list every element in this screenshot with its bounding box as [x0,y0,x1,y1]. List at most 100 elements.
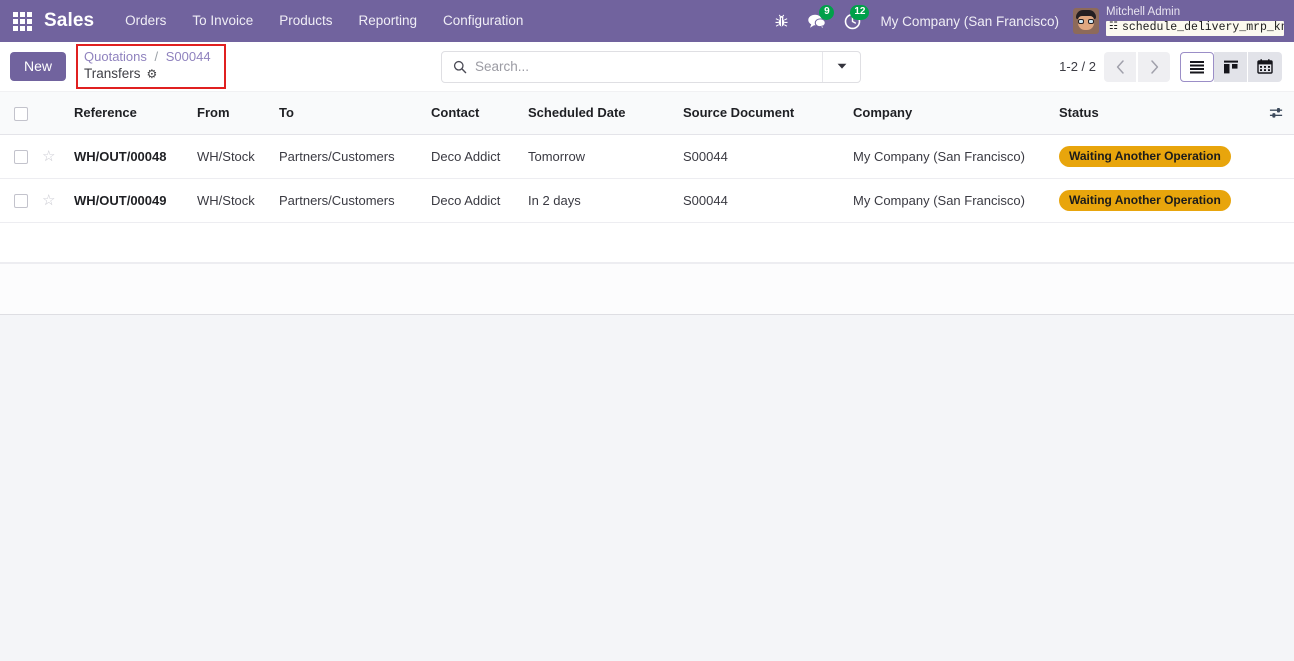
select-all-checkbox[interactable] [14,106,28,121]
cell-scheduled-date: In 2 days [528,192,581,208]
cell-optional [1266,134,1294,178]
optional-columns-header [1266,92,1294,134]
table-row[interactable]: ☆ WH/OUT/00049 WH/Stock Partners/Custome… [0,178,1294,222]
user-menu[interactable]: Mitchell Admin ☷ schedule_delivery_mrp_k… [1069,6,1284,36]
pager: 1-2 / 2 [1059,51,1170,82]
activities-button[interactable]: 12 [835,0,870,42]
list-icon [1190,60,1204,73]
table-header: Reference From To Contact Scheduled Date… [0,92,1294,134]
table-body: ☆ WH/OUT/00048 WH/Stock Partners/Custome… [0,134,1294,262]
new-button[interactable]: New [10,52,67,81]
cell-from: WH/Stock [197,192,255,208]
top-navbar: Sales Orders To Invoice Products Reporti… [0,0,1294,42]
cell-company: My Company (San Francisco) [853,148,1025,164]
star-icon[interactable]: ☆ [42,148,55,165]
breadcrumb-item-quotations[interactable]: Quotations [84,49,147,64]
activities-badge: 12 [850,5,870,20]
chevron-left-icon [1116,59,1124,74]
cell-status: Waiting Another Operation [1059,178,1266,222]
menu-reporting[interactable]: Reporting [346,0,431,42]
search-icon [442,60,475,74]
column-header-scheduled-date[interactable]: Scheduled Date [528,92,683,134]
row-checkbox[interactable] [14,149,28,164]
debug-bug-button[interactable] [765,0,798,42]
sliders-icon [1269,107,1283,118]
control-panel: New Quotations / S00044 Transfers ⚙ 1-2 … [0,42,1294,92]
messages-button[interactable]: 9 [798,0,835,42]
table-row[interactable]: ☆ WH/OUT/00048 WH/Stock Partners/Custome… [0,134,1294,178]
search-dropdown-toggle[interactable] [822,51,860,82]
table-empty-row [0,222,1294,262]
kanban-view-button[interactable] [1214,51,1248,82]
menu-products[interactable]: Products [266,0,345,42]
chevron-right-icon [1150,59,1158,74]
status-badge: Waiting Another Operation [1059,145,1231,167]
status-badge: Waiting Another Operation [1059,189,1231,211]
column-header-status[interactable]: Status [1059,92,1266,134]
cell-reference[interactable]: WH/OUT/00049 [74,178,197,222]
column-header-to[interactable]: To [279,92,431,134]
user-info: Mitchell Admin ☷ schedule_delivery_mrp_k… [1106,6,1284,36]
column-header-from[interactable]: From [197,92,279,134]
control-panel-right: 1-2 / 2 [1059,51,1282,82]
row-favorite-cell: ☆ [42,134,74,178]
view-switcher [1180,51,1282,82]
column-header-reference[interactable]: Reference [74,92,197,134]
bug-icon [775,14,788,27]
pager-next-button[interactable] [1138,51,1170,82]
row-select-cell [0,134,42,178]
search-view [441,50,861,83]
cell-to: Partners/Customers [279,192,395,208]
page-title: Transfers [84,65,141,81]
menu-to-invoice[interactable]: To Invoice [179,0,266,42]
empty-cell [0,222,1294,262]
database-chip: ☷ schedule_delivery_mrp_kn… [1106,21,1284,36]
breadcrumb-top: Quotations / S00044 [84,49,216,65]
user-name: Mitchell Admin [1106,6,1181,19]
apps-grid-icon [12,11,32,31]
cell-source-document: S00044 [683,192,728,208]
menu-orders[interactable]: Orders [112,0,179,42]
cell-status: Waiting Another Operation [1059,134,1266,178]
breadcrumb-item-s00044[interactable]: S00044 [166,49,211,64]
kanban-icon [1223,60,1238,73]
row-select-cell [0,178,42,222]
breadcrumb-bottom: Transfers ⚙ [84,66,216,83]
breadcrumb: Quotations / S00044 Transfers ⚙ [76,44,227,89]
transfers-table: Reference From To Contact Scheduled Date… [0,92,1294,263]
calendar-icon [1257,59,1273,74]
company-switcher[interactable]: My Company (San Francisco) [870,14,1069,29]
optional-columns-toggle[interactable] [1266,106,1284,120]
cell-contact: Deco Addict [431,148,501,164]
row-checkbox[interactable] [14,193,28,208]
column-header-contact[interactable]: Contact [431,92,528,134]
select-all-header [0,92,42,134]
reference-value: WH/OUT/00048 [74,148,167,164]
cell-scheduled-date: Tomorrow [528,148,586,164]
list-view-sheet: Reference From To Contact Scheduled Date… [0,92,1294,315]
search-input[interactable] [475,51,822,82]
star-icon[interactable]: ☆ [42,192,55,209]
cell-to: Partners/Customers [279,148,395,164]
menu-configuration[interactable]: Configuration [430,0,536,42]
navbar-right-systray: 9 12 My Company (San Francisco) Mitchell… [765,0,1284,42]
gear-icon[interactable]: ⚙ [147,68,158,80]
pager-previous-button[interactable] [1104,51,1136,82]
cell-contact: Deco Addict [431,192,501,208]
cell-optional [1266,178,1294,222]
cell-reference[interactable]: WH/OUT/00048 [74,134,197,178]
apps-menu-button[interactable] [0,0,44,42]
messages-badge: 9 [819,5,835,20]
table-header-row: Reference From To Contact Scheduled Date… [0,92,1294,134]
cell-company: My Company (San Francisco) [853,192,1025,208]
column-header-company[interactable]: Company [853,92,1059,134]
calendar-view-button[interactable] [1248,51,1282,82]
favorite-header [42,92,74,134]
app-brand-sales[interactable]: Sales [44,10,104,32]
reference-value: WH/OUT/00049 [74,192,167,208]
avatar [1073,8,1099,34]
column-header-source-document[interactable]: Source Document [683,92,853,134]
list-view-button[interactable] [1180,51,1214,82]
database-icon: ☷ [1109,22,1118,34]
pager-label: 1-2 / 2 [1059,59,1096,74]
